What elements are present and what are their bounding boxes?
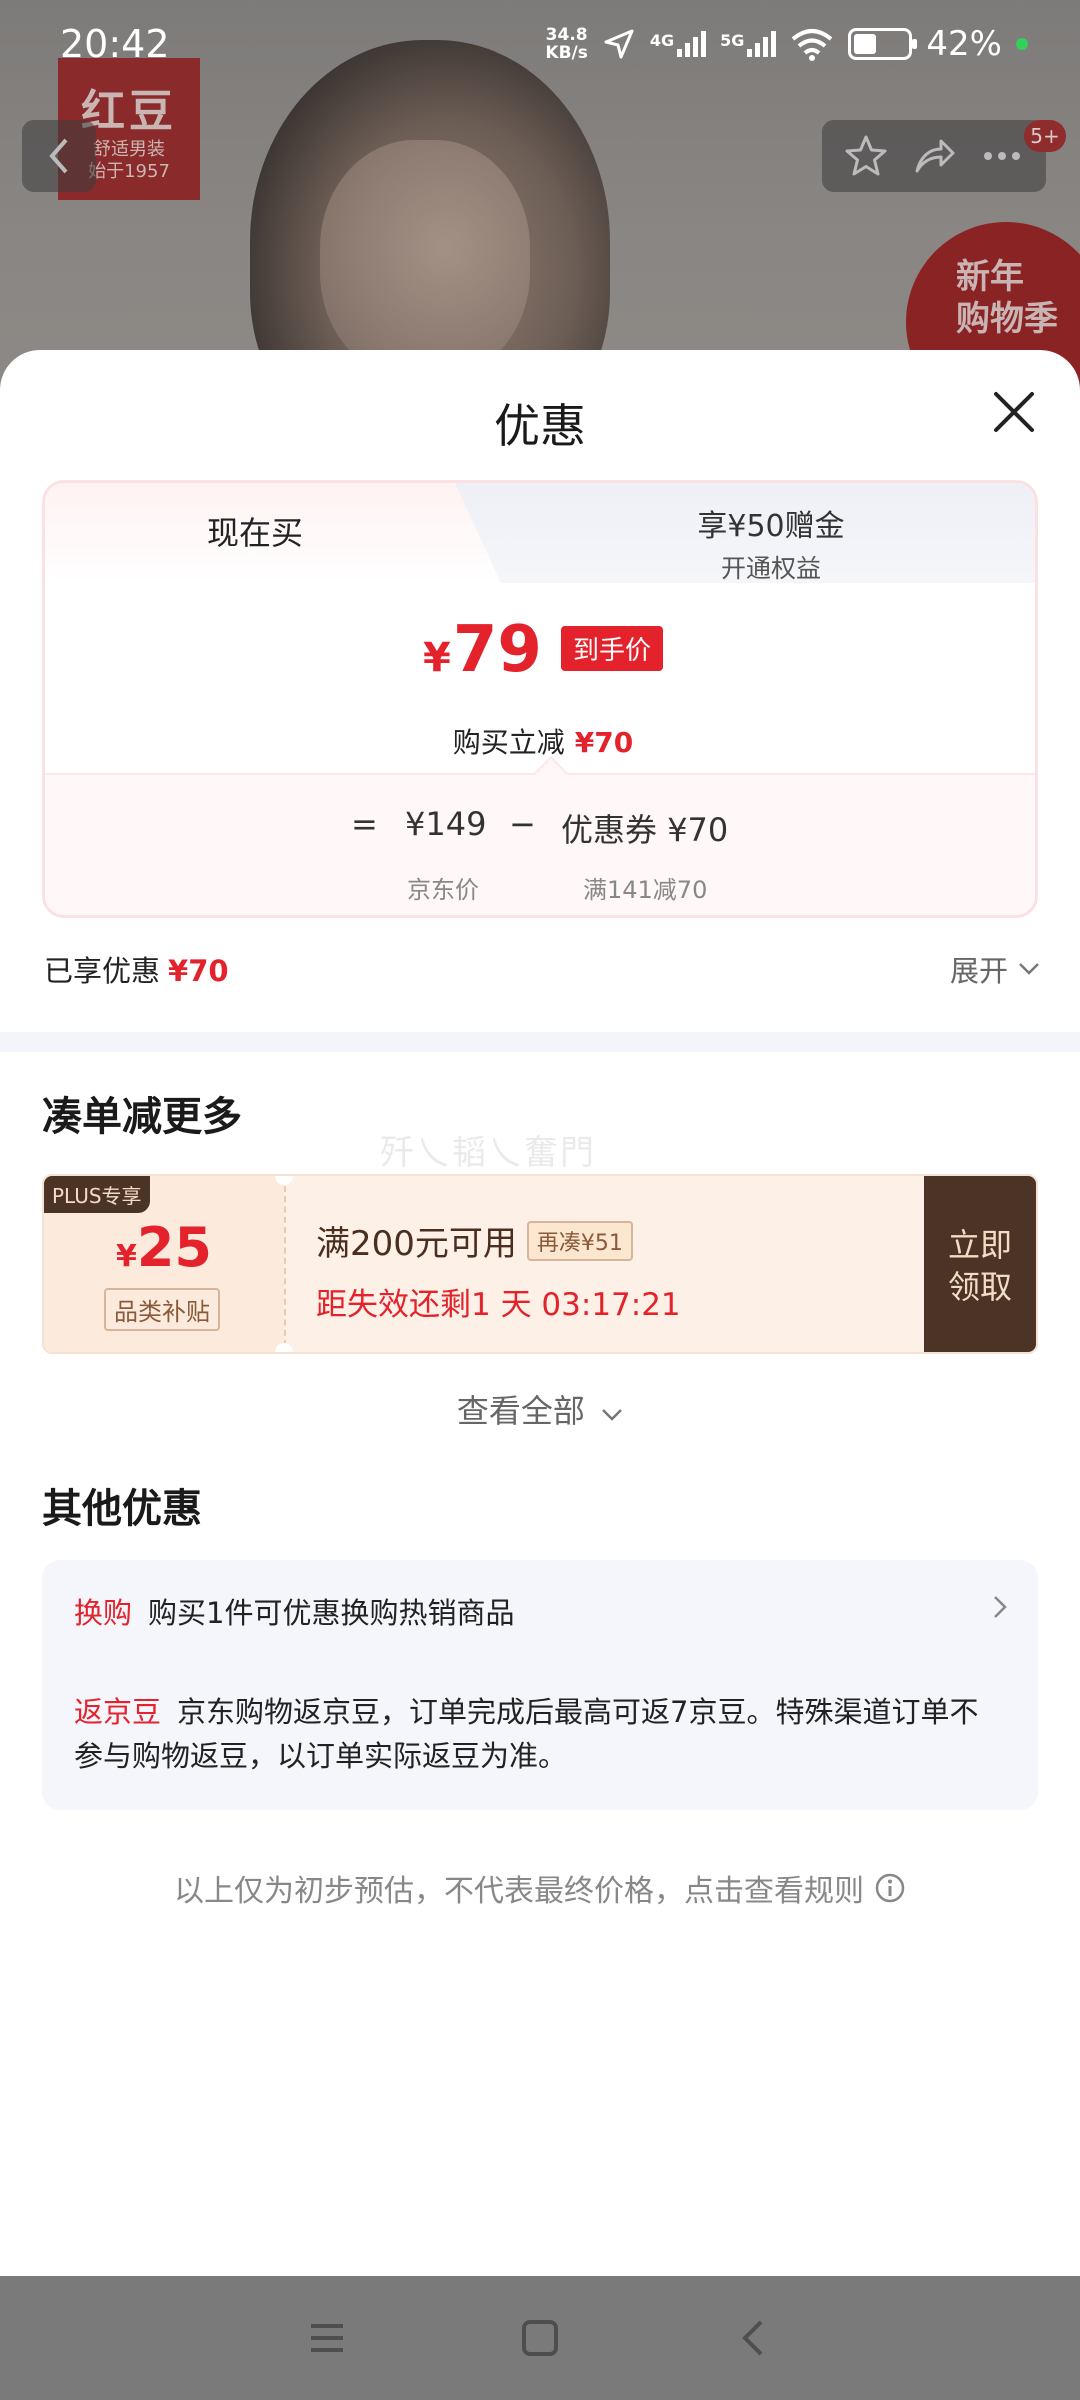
section-divider: [0, 1032, 1080, 1052]
view-all-button[interactable]: 查看全部: [0, 1386, 1080, 1432]
bundle-section-title: 凑单减更多: [42, 1094, 242, 1140]
back-button[interactable]: [22, 120, 96, 192]
other-offers-box: 换购 购买1件可优惠换购热销商品 返京豆 京东购物返京豆，订单完成后最高可返7京豆。…: [42, 1560, 1038, 1810]
coupon-deduction: 优惠券 ¥70: [561, 805, 728, 851]
top-toolbar: [822, 120, 1046, 192]
sim1-label: 4G: [649, 31, 675, 50]
minus-sign: −: [509, 805, 536, 843]
instant-discount-label: 购买立减: [452, 726, 565, 759]
final-price-value: 79: [452, 613, 542, 687]
info-icon: [875, 1873, 905, 1903]
signal-4g: 4G: [649, 31, 707, 57]
price-card: 现在买 享¥50赠金 开通权益 ¥ 79 到手价 购买立减 ¥70 = ¥149 …: [42, 480, 1038, 918]
offer-exchange-tag: 换购: [74, 1596, 133, 1630]
brand-slogan-2: 始于1957: [88, 161, 170, 182]
system-nav-bar: [0, 2276, 1080, 2400]
expand-label: 展开: [949, 954, 1008, 988]
final-price-tag: 到手价: [560, 626, 663, 671]
tab-bonus-sublabel: 开通权益: [720, 554, 821, 583]
model-face: [320, 140, 530, 380]
coupon-condition-row: 满200元可用 再凑¥51: [316, 1216, 681, 1265]
status-icons: 34.8 KB/s 4G 5G 42%: [545, 24, 1028, 64]
expand-button[interactable]: 展开: [950, 948, 1040, 990]
offer-jingdou-tag: 返京豆: [74, 1695, 162, 1729]
jd-price-label: 京东价: [407, 876, 479, 904]
coupon-rule: 满141减70: [583, 876, 708, 904]
final-price-currency: ¥: [422, 635, 451, 681]
chevron-left-icon: [49, 138, 68, 174]
claim-button-line-1: 立即: [947, 1226, 1012, 1264]
charging-dot: [1016, 38, 1028, 50]
sheet-title: 优惠: [494, 399, 586, 453]
offer-jingdou-text: 京东购物返京豆，订单完成后最高可返7京豆。特殊渠道订单不参与购物返豆，以订单实际…: [74, 1695, 979, 1773]
enjoyed-label: 已享优惠: [44, 954, 161, 988]
chevron-right-icon[interactable]: [992, 1594, 1008, 1620]
location-icon: [604, 29, 634, 59]
chevron-down-icon: [602, 1409, 622, 1421]
coupon-timer: 距失效还剩1 天 03:17:21: [316, 1287, 681, 1323]
wifi-icon: [792, 29, 833, 61]
menu-icon[interactable]: [307, 2318, 347, 2358]
tab-buy-now[interactable]: 现在买: [45, 483, 465, 583]
coupon-category: 品类补贴: [104, 1288, 220, 1331]
coupon-divider: [284, 1186, 286, 1346]
equals-sign: =: [351, 805, 378, 843]
coupon-deduction-label: 优惠券: [561, 811, 658, 849]
discount-sheet: 优惠 现在买 享¥50赠金 开通权益 ¥ 79 到手价 购买立减 ¥70 = ¥1…: [0, 350, 1080, 2276]
watermark: 歼乀韬乀奮門: [380, 1133, 596, 1173]
final-price-row: ¥ 79 到手价: [45, 613, 1035, 687]
brand-slogan-1: 舒适男装: [93, 139, 165, 160]
promo-line-1: 新年: [956, 257, 1024, 297]
view-all-label: 查看全部: [456, 1392, 585, 1430]
home-icon[interactable]: [520, 2318, 560, 2358]
battery-icon: [848, 28, 918, 60]
enjoyed-discount: 已享优惠 ¥70: [44, 948, 229, 990]
plus-coupon: PLUS专享 ¥25 品类补贴 满200元可用 再凑¥51 距失效还剩1 天 0…: [42, 1174, 1038, 1354]
promo-line-2: 购物季: [956, 299, 1058, 339]
coupon-currency: ¥: [115, 1239, 137, 1274]
share-icon[interactable]: [911, 133, 957, 179]
back-nav-icon[interactable]: [733, 2318, 773, 2358]
final-price: ¥ 79: [423, 613, 542, 687]
coupon-deduction-value: ¥70: [667, 811, 729, 849]
status-time: 20:42: [60, 22, 170, 66]
enjoyed-value: ¥70: [168, 954, 229, 988]
signal-5g: 5G: [720, 31, 777, 57]
price-tabs: 现在买 享¥50赠金 开通权益: [45, 483, 1035, 585]
coupon-details: 满200元可用 再凑¥51 距失效还剩1 天 03:17:21: [316, 1216, 681, 1324]
claim-button-line-2: 领取: [947, 1268, 1012, 1306]
battery-percent: 42%: [926, 24, 1002, 64]
plus-badge: PLUS专享: [44, 1176, 150, 1213]
coupon-notch-bottom: [275, 1343, 293, 1352]
more-icon[interactable]: [979, 133, 1025, 179]
disclaimer-text: 以上仅为初步预估，不代表最终价格，点击查看规则: [174, 1874, 864, 1909]
coupon-amount: ¥25: [44, 1216, 284, 1279]
price-breakdown: = ¥149 京东价 − 优惠券 ¥70 满141减70: [45, 773, 1035, 915]
network-speed: 34.8 KB/s: [545, 26, 587, 62]
network-speed-value: 34.8: [545, 25, 588, 45]
sim2-label: 5G: [720, 31, 745, 50]
instant-discount-value: ¥70: [574, 726, 634, 759]
tab-bonus-label: 享¥50赠金: [697, 509, 845, 544]
instant-discount: 购买立减 ¥70: [45, 721, 1035, 761]
disclaimer-link[interactable]: 以上仅为初步预估，不代表最终价格，点击查看规则: [0, 1866, 1080, 1910]
coupon-extra: 再凑¥51: [526, 1220, 633, 1261]
network-speed-unit: KB/s: [545, 43, 588, 63]
star-icon[interactable]: [843, 133, 889, 179]
offer-jingdou: 返京豆 京东购物返京豆，订单完成后最高可返7京豆。特殊渠道订单不参与购物返豆，以订…: [74, 1690, 1004, 1778]
chevron-down-icon: [1019, 963, 1039, 975]
offer-exchange[interactable]: 换购 购买1件可优惠换购热销商品: [74, 1590, 514, 1632]
claim-coupon-button[interactable]: 立即 领取: [924, 1176, 1036, 1352]
coupon-amount-value: 25: [136, 1216, 213, 1279]
tab-bonus[interactable]: 享¥50赠金 开通权益: [501, 501, 1035, 585]
offer-exchange-text: 购买1件可优惠换购热销商品: [148, 1596, 515, 1630]
other-section-title: 其他优惠: [42, 1486, 202, 1532]
cart-badge: 5+: [1024, 120, 1066, 152]
coupon-condition: 满200元可用: [316, 1224, 517, 1264]
jd-price: ¥149: [405, 805, 487, 843]
close-icon[interactable]: [988, 386, 1040, 438]
status-bar: 20:42 34.8 KB/s 4G 5G 42%: [0, 0, 1080, 92]
